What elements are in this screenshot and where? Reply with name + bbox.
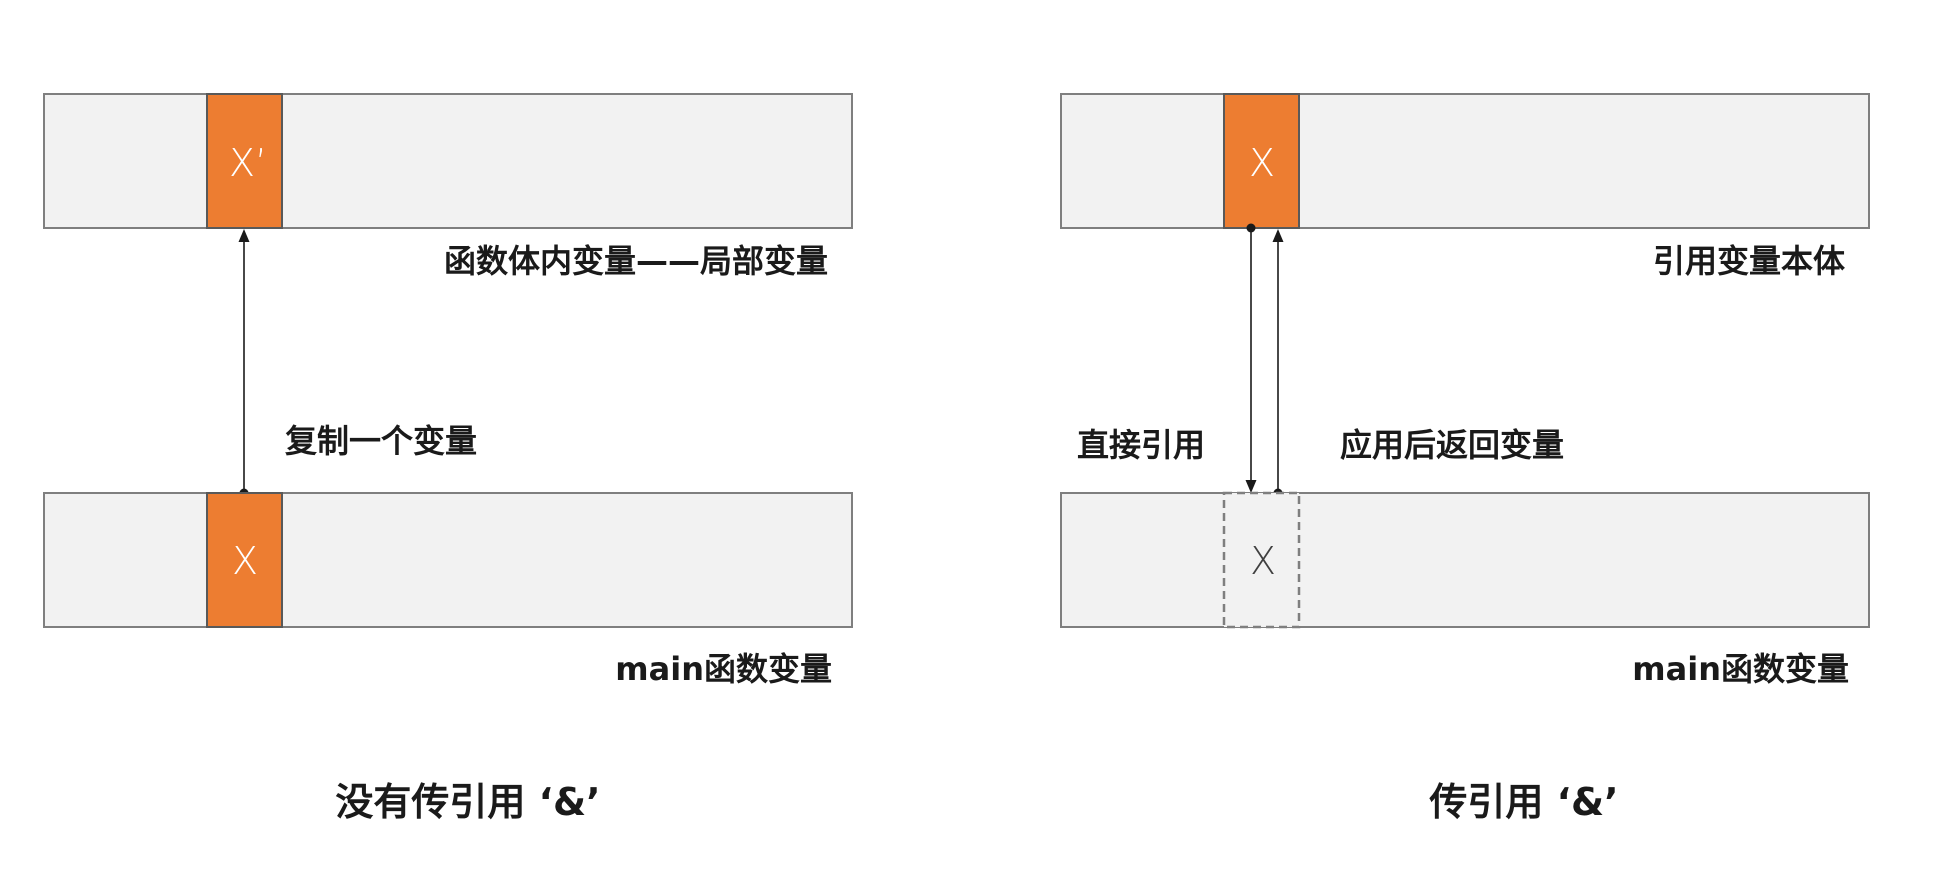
right-return-arrow-label: 应用后返回变量 — [1340, 426, 1564, 464]
left-top-cell-label: X’ — [229, 141, 267, 185]
left-top-memory-bar — [43, 93, 853, 229]
right-bottom-memory-bar — [1060, 492, 1870, 628]
right-return-arrowhead — [1272, 229, 1284, 242]
right-panel-title: 传引用 ‘&’ — [1428, 780, 1618, 824]
right-panel: X 引用变量本体 直接引用 应用后返回变量 X main函数变量 传引用 ‘&’ — [1060, 93, 1870, 824]
reference-diagram: X’ 函数体内变量——局部变量 复制一个变量 X main函数变量 没有传引用 … — [43, 93, 1870, 824]
left-copy-arrowhead — [238, 229, 250, 242]
right-reference-arrow-label: 直接引用 — [1077, 426, 1205, 464]
left-panel-title: 没有传引用 ‘&’ — [335, 780, 600, 824]
left-bottom-cell-label: X — [232, 539, 258, 583]
left-bottom-memory-bar — [43, 492, 853, 628]
left-bottom-caption: main函数变量 — [615, 650, 832, 688]
left-copy-arrow-label: 复制一个变量 — [285, 422, 477, 460]
right-top-caption: 引用变量本体 — [1653, 242, 1845, 280]
left-top-caption: 函数体内变量——局部变量 — [444, 242, 828, 280]
right-bottom-caption: main函数变量 — [1632, 650, 1849, 688]
left-panel: X’ 函数体内变量——局部变量 复制一个变量 X main函数变量 没有传引用 … — [43, 93, 853, 824]
right-top-memory-bar — [1060, 93, 1870, 229]
right-bottom-cell-label: X — [1250, 539, 1276, 583]
right-reference-arrowhead — [1245, 480, 1257, 493]
right-top-cell-label: X — [1249, 141, 1275, 185]
